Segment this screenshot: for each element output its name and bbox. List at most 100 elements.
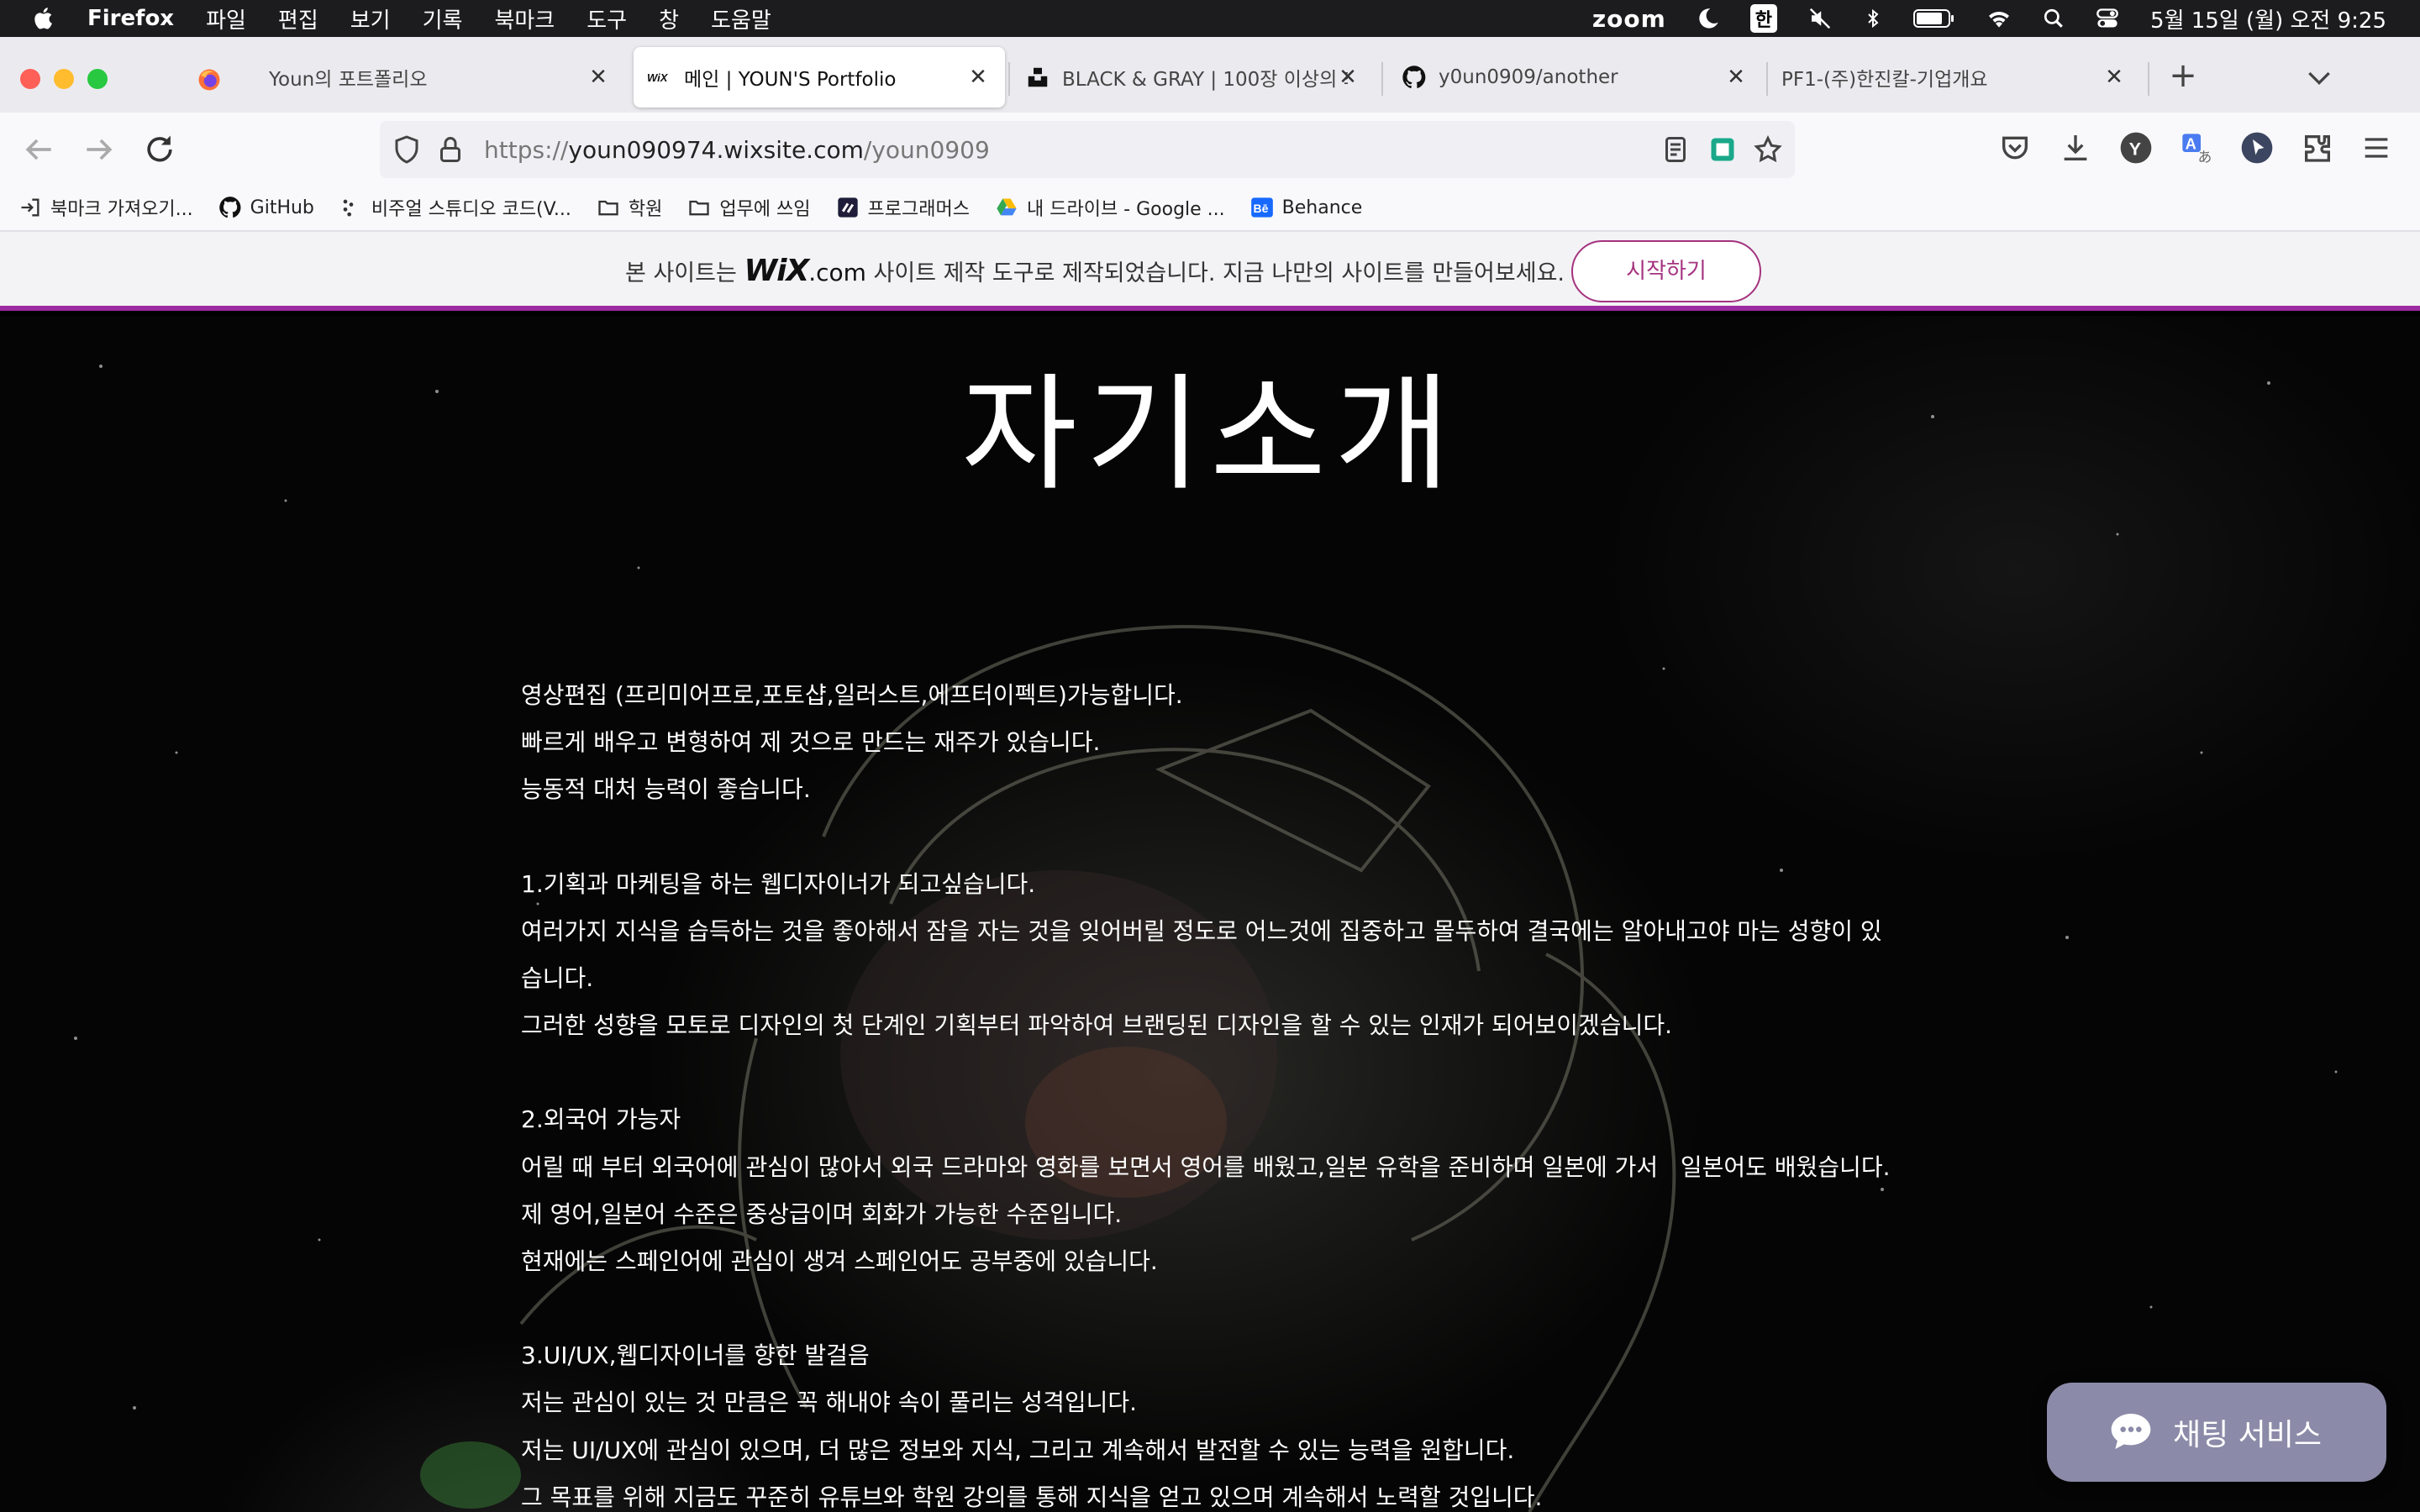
bookmark-google-drive[interactable]: 내 드라이브 - Google ... bbox=[995, 194, 1225, 221]
bookmark-label: 업무에 쓰임 bbox=[719, 199, 811, 220]
close-tab-icon[interactable]: ✕ bbox=[966, 66, 990, 89]
intro-spacer bbox=[521, 814, 1949, 861]
pocket-icon[interactable] bbox=[1998, 131, 2032, 165]
menu-view[interactable]: 보기 bbox=[350, 3, 391, 34]
tracking-protection-shield-icon[interactable] bbox=[392, 134, 422, 165]
mute-icon[interactable] bbox=[1807, 6, 1833, 31]
url-host: youn090974.wixsite.com bbox=[568, 136, 864, 164]
bookmark-label: 프로그래머스 bbox=[867, 199, 970, 220]
bookmark-import[interactable]: 북마크 가져오기... bbox=[18, 194, 193, 221]
downloads-icon[interactable] bbox=[2059, 131, 2092, 165]
wix-logo-text: WiX bbox=[744, 254, 809, 288]
bookmark-label: Behance bbox=[1281, 197, 1363, 218]
intro-line: 어릴 때 부터 외국어에 관심이 많아서 외국 드라마와 영화를 보면서 영어를… bbox=[521, 1152, 1891, 1181]
zoom-status-item[interactable]: zoom bbox=[1592, 5, 1666, 33]
svg-text:Bē: Bē bbox=[1253, 202, 1268, 215]
cursor-extension-icon[interactable] bbox=[2240, 131, 2274, 165]
apple-icon[interactable] bbox=[32, 6, 57, 31]
page-content: 자기소개 영상편집 (프리미어프로,포토샵,일러스트,에프터이펙트)가능합니다.… bbox=[0, 316, 2420, 1512]
bluetooth-icon[interactable] bbox=[1863, 6, 1883, 31]
url-text[interactable]: https://youn090974.wixsite.com/youn0909 bbox=[484, 136, 990, 164]
tab-strip: Youn의 포트폴리오 ✕ WiX 메인 | YOUN'S Portfolio … bbox=[0, 37, 2420, 113]
battery-icon[interactable] bbox=[1913, 8, 1955, 29]
tab-github-repo[interactable]: y0un0909/another ✕ bbox=[1388, 47, 1763, 108]
start-now-button[interactable]: 시작하기 bbox=[1571, 240, 1761, 302]
github-icon bbox=[218, 197, 241, 218]
clock[interactable]: 5월 15일 (월) 오전 9:25 bbox=[2150, 3, 2386, 34]
unsplash-icon bbox=[1028, 67, 1048, 87]
bookmark-star-icon[interactable] bbox=[1753, 134, 1783, 165]
dots-icon bbox=[343, 199, 354, 217]
bookmark-label: 학원 bbox=[628, 199, 663, 220]
firefox-view-icon[interactable] bbox=[197, 67, 222, 92]
close-tab-icon[interactable]: ✕ bbox=[2102, 66, 2126, 89]
page-title: 자기소개 bbox=[960, 362, 1459, 508]
tab-pf1-company[interactable]: PF1-(주)한진칼-기업개요 ✕ bbox=[1771, 47, 2141, 108]
lock-icon[interactable] bbox=[435, 134, 466, 165]
close-tab-icon[interactable]: ✕ bbox=[587, 66, 610, 89]
input-source-indicator[interactable]: 한 bbox=[1749, 4, 1778, 33]
tab-portfolio[interactable]: Youn의 포트폴리오 ✕ bbox=[249, 47, 625, 108]
chat-service-button[interactable]: 채팅 서비스 bbox=[2047, 1383, 2386, 1482]
wifi-icon[interactable] bbox=[1986, 7, 2012, 30]
intro-line: 빠르게 배우고 변형하여 제 것으로 만드는 재주가 있습니다. bbox=[521, 728, 1101, 757]
menu-window[interactable]: 창 bbox=[659, 3, 679, 34]
intro-line: 그 목표를 위해 지금도 꾸준히 유튜브와 학원 강의를 통해 지식을 얻고 있… bbox=[521, 1483, 1543, 1511]
chat-service-label: 채팅 서비스 bbox=[2173, 1418, 2323, 1452]
bookmark-github[interactable]: GitHub bbox=[218, 196, 314, 219]
spotlight-search-icon[interactable] bbox=[2043, 8, 2065, 29]
behance-icon: Bē bbox=[1250, 197, 1273, 218]
menu-help[interactable]: 도움말 bbox=[711, 3, 771, 34]
chevron-down-icon[interactable] bbox=[2302, 60, 2336, 94]
tab-title: PF1-(주)한진칼-기업개요 bbox=[1781, 69, 1988, 91]
bookmark-vscode[interactable]: 비주얼 스튜디오 코드(V... bbox=[339, 194, 571, 221]
wix-logo[interactable]: WiX.com bbox=[744, 254, 866, 288]
bookmark-folder-academy[interactable]: 학원 bbox=[597, 194, 662, 221]
intro-line: 저는 UI/UX에 관심이 있으며, 더 많은 정보와 지식, 그리고 계속해서… bbox=[521, 1436, 1515, 1464]
forward-arrow-icon[interactable] bbox=[81, 131, 118, 168]
window-maximize-button[interactable] bbox=[87, 69, 108, 89]
chat-bubble-icon bbox=[2111, 1414, 2151, 1449]
control-center-icon[interactable] bbox=[2095, 7, 2120, 30]
wix-banner-message: 본 사이트는 WiX.com 사이트 제작 도구로 제작되었습니다. 지금 나만… bbox=[0, 254, 1565, 288]
bookmark-label: GitHub bbox=[250, 197, 314, 218]
bookmark-programmers[interactable]: 프로그래머스 bbox=[836, 194, 970, 221]
window-minimize-button[interactable] bbox=[54, 69, 74, 89]
tab-youns-portfolio-active[interactable]: WiX 메인 | YOUN'S Portfolio ✕ bbox=[634, 47, 1005, 108]
intro-line: 저는 관심이 있는 것 만큼은 꼭 해내야 속이 풀리는 성격입니다. bbox=[521, 1389, 1138, 1417]
menubar-status-area: zoom 한 5월 15일 (월) 오전 9:25 bbox=[1592, 0, 2386, 37]
translate-icon[interactable]: Aあ bbox=[2180, 131, 2213, 165]
bookmark-behance[interactable]: Bē Behance bbox=[1250, 196, 1363, 219]
intro-line: 영상편집 (프리미어프로,포토샵,일러스트,에프터이펙트)가능합니다. bbox=[521, 681, 1183, 709]
bookmark-folder-work[interactable]: 업무에 쓰임 bbox=[687, 194, 811, 221]
menu-tools[interactable]: 도구 bbox=[587, 3, 627, 34]
menu-history[interactable]: 기록 bbox=[423, 3, 463, 34]
menu-edit[interactable]: 편집 bbox=[278, 3, 318, 34]
menu-bookmarks[interactable]: 북마크 bbox=[494, 3, 555, 34]
back-arrow-icon[interactable] bbox=[20, 131, 57, 168]
moon-icon[interactable] bbox=[1697, 7, 1720, 30]
close-tab-icon[interactable]: ✕ bbox=[1724, 66, 1748, 89]
tab-separator bbox=[1381, 62, 1383, 96]
intro-line: 여러가지 지식을 습득하는 것을 좋아해서 잠을 자는 것을 잊어버릴 정도로 … bbox=[521, 916, 1882, 945]
account-y-icon[interactable]: Y bbox=[2119, 131, 2153, 165]
tab-black-gray[interactable]: BLACK & GRAY | 100장 이상의 최고 ✕ bbox=[1013, 47, 1375, 108]
wix-banner-suffix: 사이트 제작 도구로 제작되었습니다. 지금 나만의 사이트를 만들어보세요. bbox=[873, 260, 1565, 286]
menu-file[interactable]: 파일 bbox=[206, 3, 246, 34]
url-scheme: https:// bbox=[484, 136, 569, 164]
address-bar[interactable]: https://youn090974.wixsite.com/youn0909 bbox=[380, 121, 1795, 178]
reload-icon[interactable] bbox=[141, 131, 178, 168]
window-close-button[interactable] bbox=[20, 69, 40, 89]
extensions-icon[interactable] bbox=[2301, 131, 2334, 165]
svg-text:あ: あ bbox=[2198, 150, 2212, 165]
hamburger-menu-icon[interactable] bbox=[2360, 131, 2393, 165]
reader-view-icon[interactable] bbox=[1660, 134, 1691, 165]
app-menu-firefox[interactable]: Firefox bbox=[87, 6, 174, 31]
intro-line: 능동적 대처 능력이 좋습니다. bbox=[521, 775, 811, 804]
close-tab-icon[interactable]: ✕ bbox=[1336, 66, 1360, 89]
new-tab-button[interactable]: + bbox=[2165, 57, 2202, 94]
github-icon bbox=[1402, 66, 1426, 89]
screenshot-extension-icon[interactable] bbox=[1707, 134, 1738, 165]
navigation-toolbar: https://youn090974.wixsite.com/youn0909 … bbox=[0, 113, 2420, 185]
bookmark-label: 내 드라이브 - Google ... bbox=[1026, 199, 1225, 220]
